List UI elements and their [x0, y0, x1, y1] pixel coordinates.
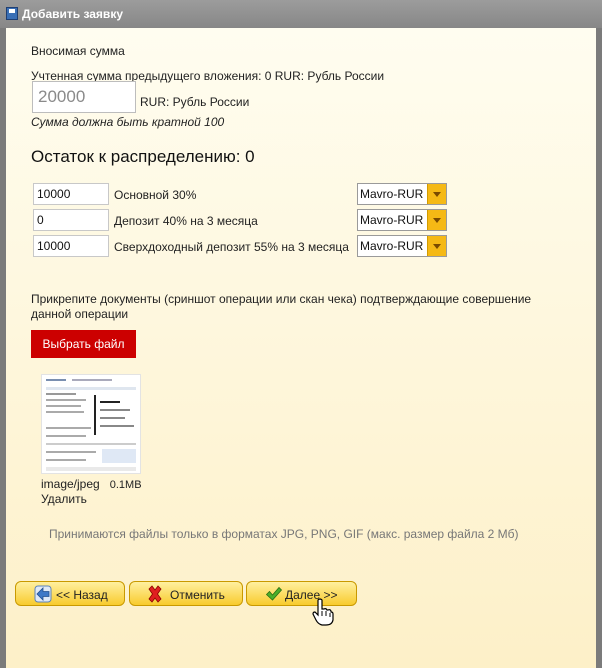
dialog-panel: Вносимая сумма Учтенная сумма предыдущег…: [6, 28, 596, 668]
checkmark-icon: [265, 586, 283, 601]
contribution-heading: Вносимая сумма: [31, 44, 125, 58]
back-button[interactable]: << Назад: [15, 581, 125, 606]
currency-label: RUR: Рубль России: [140, 95, 250, 109]
allocation-label-deposit: Депозит 40% на 3 месяца: [114, 214, 258, 228]
amount-input[interactable]: [32, 81, 136, 113]
hand-pointer-icon: [312, 598, 334, 626]
chevron-down-icon[interactable]: [427, 184, 446, 204]
formats-note: Принимаются файлы только в форматах JPG,…: [49, 527, 519, 541]
save-icon: [6, 7, 18, 20]
allocation-label-basic: Основной 30%: [114, 188, 197, 202]
attach-instructions-line1: Прикрепите документы (сриншот операции и…: [31, 292, 532, 306]
cancel-button[interactable]: Отменить: [129, 581, 243, 606]
remainder-text: Остаток к распределению: 0: [31, 147, 255, 166]
currency-select-value: Mavro-RUR: [360, 213, 424, 227]
cancel-button-label: Отменить: [170, 588, 225, 602]
currency-select-deposit[interactable]: Mavro-RUR: [357, 209, 447, 231]
next-button[interactable]: Далее >>: [246, 581, 357, 606]
attach-instructions-line2: данной операции: [31, 307, 129, 321]
currency-select-basic[interactable]: Mavro-RUR: [357, 183, 447, 205]
attachment-thumbnail: [41, 374, 141, 474]
currency-select-value: Mavro-RUR: [360, 239, 424, 253]
currency-select-value: Mavro-RUR: [360, 187, 424, 201]
allocation-label-super-deposit: Сверхдоходный депозит 55% на 3 месяца: [114, 240, 349, 254]
delete-attachment-link[interactable]: Удалить: [41, 492, 87, 506]
window-title: Добавить заявку: [22, 7, 123, 21]
attachment-file-type: image/jpeg: [41, 477, 100, 491]
allocation-input-super-deposit[interactable]: [33, 235, 109, 257]
allocation-input-deposit[interactable]: [33, 209, 109, 231]
amount-hint: Сумма должна быть кратной 100: [31, 115, 225, 129]
attachment-info: image/jpeg 0.1MB: [41, 477, 142, 491]
arrow-left-icon: [34, 585, 52, 603]
x-mark-icon: [148, 585, 162, 603]
chevron-down-icon[interactable]: [427, 236, 446, 256]
currency-select-super-deposit[interactable]: Mavro-RUR: [357, 235, 447, 257]
back-button-label: << Назад: [56, 588, 108, 602]
choose-file-button[interactable]: Выбрать файл: [31, 330, 136, 358]
attachment-file-size: 0.1MB: [109, 479, 142, 491]
allocation-input-basic[interactable]: [33, 183, 109, 205]
title-bar: Добавить заявку: [0, 0, 602, 28]
chevron-down-icon[interactable]: [427, 210, 446, 230]
